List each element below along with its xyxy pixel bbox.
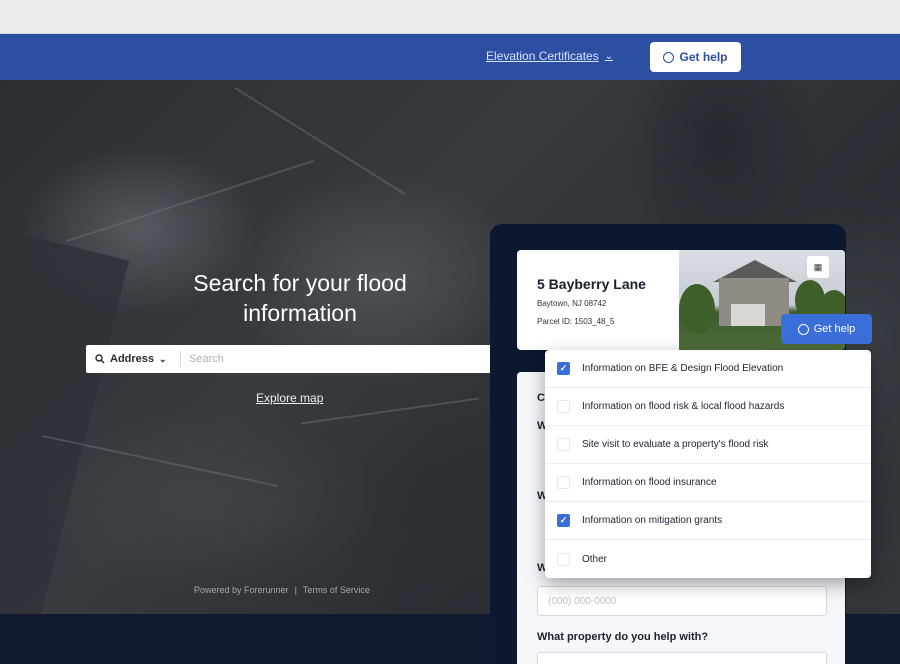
menu-item-bfe[interactable]: ✓ Information on BFE & Design Flood Elev…	[545, 350, 871, 388]
search-icon	[95, 354, 105, 364]
search-type-label: Address	[110, 353, 155, 365]
browser-top-strip	[0, 0, 900, 34]
property-select[interactable]	[537, 652, 827, 664]
menu-item-flood-risk[interactable]: Information on flood risk & local flood …	[545, 388, 871, 426]
explore-map-link[interactable]: Explore map	[256, 391, 323, 405]
property-parcel-id: Parcel ID: 1503_48_5	[537, 317, 615, 326]
top-nav-bar: Elevation Certificates ⌄ Get help	[0, 34, 900, 80]
chevron-down-icon: ⌄	[604, 50, 614, 62]
menu-item-flood-insurance[interactable]: Information on flood insurance	[545, 464, 871, 502]
menu-item-site-visit[interactable]: Site visit to evaluate a property's floo…	[545, 426, 871, 464]
chevron-down-icon: ⌄	[159, 353, 167, 364]
menu-item-label: Information on mitigation grants	[582, 515, 723, 526]
expand-grid-icon[interactable]: ▦	[807, 256, 829, 278]
hero-title: Search for your flood information	[150, 268, 450, 328]
search-type-dropdown[interactable]: Address ⌄	[86, 351, 181, 367]
checkbox-unchecked[interactable]	[557, 400, 570, 413]
checkbox-checked[interactable]: ✓	[557, 514, 570, 527]
help-circle-icon	[797, 323, 809, 335]
menu-item-label: Site visit to evaluate a property's floo…	[582, 439, 769, 450]
elevation-certificates-label: Elevation Certificates	[486, 49, 599, 63]
property-question-label: What property do you help with?	[537, 631, 709, 643]
menu-item-other[interactable]: Other	[545, 540, 871, 578]
powered-by-text: Powered by Forerunner	[194, 585, 289, 595]
elevation-certificates-dropdown[interactable]: Elevation Certificates ⌄	[486, 49, 613, 63]
garage-door	[731, 304, 765, 326]
get-help-label: Get help	[679, 50, 728, 64]
checkbox-unchecked[interactable]	[557, 476, 570, 489]
menu-item-label: Other	[582, 553, 608, 565]
search-bar: Address ⌄	[86, 345, 506, 373]
get-help-label: Get help	[813, 323, 856, 335]
map-water-area	[0, 231, 130, 614]
tree	[679, 284, 715, 334]
help-circle-icon	[663, 51, 675, 63]
menu-item-label: Information on flood insurance	[582, 477, 717, 488]
phone-number-input[interactable]	[537, 586, 827, 616]
hero-title-line-2: information	[243, 300, 357, 326]
menu-item-label: Information on BFE & Design Flood Elevat…	[582, 363, 784, 374]
property-city: Baytown, NJ 08742	[537, 299, 607, 308]
terms-of-service-link[interactable]: Terms of Service	[303, 585, 370, 595]
search-input[interactable]	[181, 353, 481, 365]
get-help-button-floating[interactable]: Get help	[781, 314, 872, 344]
help-options-menu: ✓ Information on BFE & Design Flood Elev…	[545, 350, 871, 578]
map-road	[66, 159, 314, 243]
get-help-button[interactable]: Get help	[650, 42, 741, 72]
hero-title-line-1: Search for your flood	[193, 270, 407, 296]
property-address: 5 Bayberry Lane	[537, 276, 646, 292]
form-label-fragment: C	[537, 392, 545, 404]
menu-item-label: Information on flood risk & local flood …	[582, 401, 785, 412]
checkbox-unchecked[interactable]	[557, 552, 570, 566]
map-footer: Powered by Forerunner | Terms of Service	[194, 585, 370, 595]
checkbox-checked[interactable]: ✓	[557, 362, 570, 375]
checkbox-unchecked[interactable]	[557, 438, 570, 451]
footer-separator: |	[294, 585, 297, 595]
menu-item-mitigation-grants[interactable]: ✓ Information on mitigation grants	[545, 502, 871, 540]
map-road	[300, 397, 480, 425]
